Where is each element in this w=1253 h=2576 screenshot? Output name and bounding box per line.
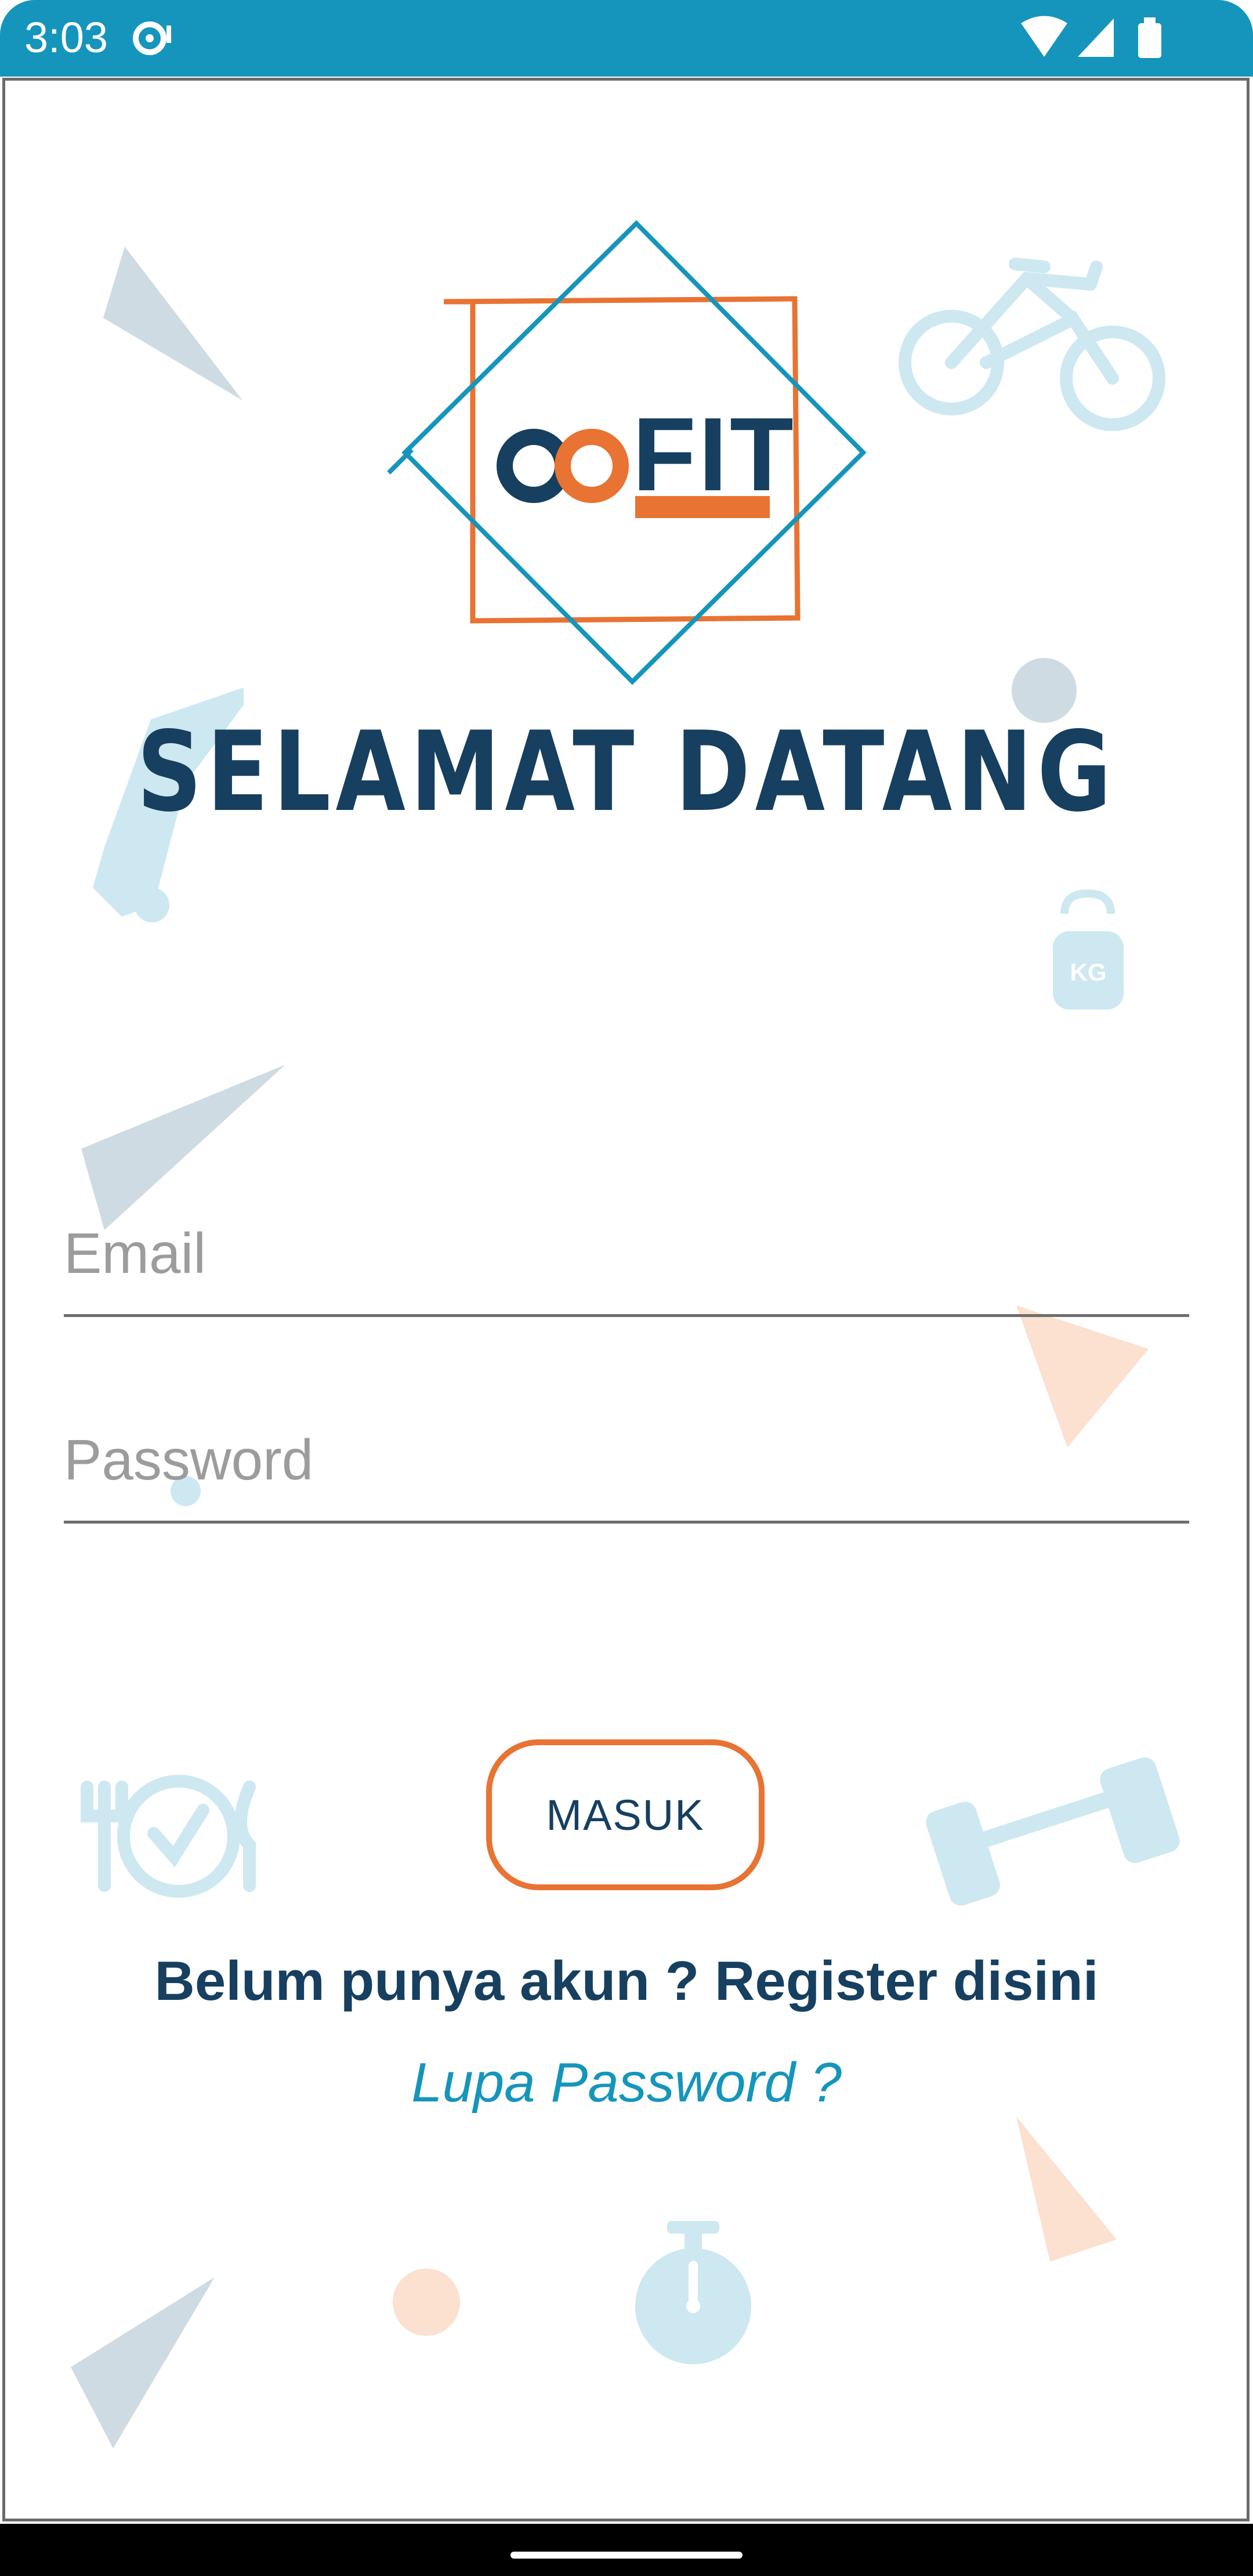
wifi-icon xyxy=(1021,16,1067,57)
status-bar: 3:03 xyxy=(0,0,1253,77)
forgot-password-link[interactable]: Lupa Password ? xyxy=(0,2051,1253,2115)
media-icon xyxy=(133,21,171,55)
login-button[interactable]: MASUK xyxy=(486,1739,765,1890)
email-field[interactable] xyxy=(64,1218,1189,1317)
home-gesture-handle[interactable] xyxy=(510,2552,743,2559)
email-underline xyxy=(64,1314,1189,1317)
register-link[interactable]: Belum punya akun ? Register disini xyxy=(0,1949,1253,2013)
navigation-bar xyxy=(0,2524,1253,2576)
cofit-logo xyxy=(387,220,867,685)
password-input[interactable] xyxy=(64,1425,1189,1495)
battery-icon xyxy=(1138,17,1161,58)
signal-icon xyxy=(1078,19,1114,57)
logo-word: FIT xyxy=(632,396,796,513)
infinity-logo-icon xyxy=(497,429,629,503)
email-input[interactable] xyxy=(64,1218,1189,1288)
status-icons xyxy=(133,16,1161,58)
page-title: SELAMAT DATANG xyxy=(136,708,1117,836)
password-underline xyxy=(64,1521,1189,1524)
password-field[interactable] xyxy=(64,1425,1189,1524)
